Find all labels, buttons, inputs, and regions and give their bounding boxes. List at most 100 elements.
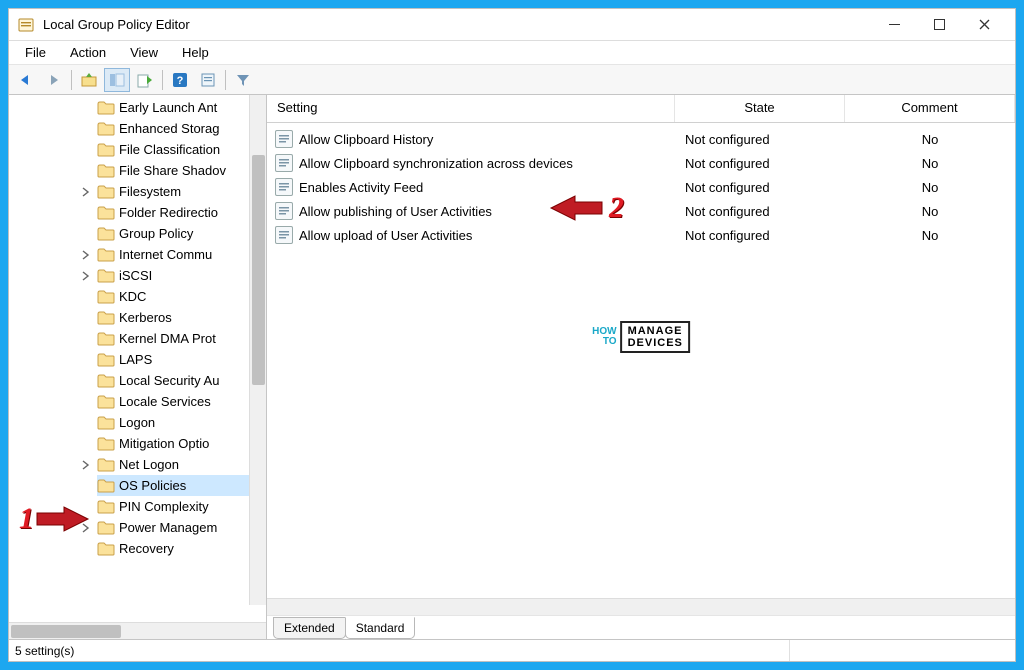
- tree-item[interactable]: Kerberos: [97, 307, 266, 328]
- tree-item[interactable]: Mitigation Optio: [97, 433, 266, 454]
- filter-button[interactable]: [230, 68, 256, 92]
- tree-item[interactable]: OS Policies: [97, 475, 266, 496]
- tree-item[interactable]: Net Logon: [97, 454, 266, 475]
- tree-vertical-scrollbar[interactable]: [249, 95, 266, 605]
- list-row[interactable]: Allow Clipboard synchronization across d…: [267, 151, 1015, 175]
- tree-item[interactable]: LAPS: [97, 349, 266, 370]
- window-title: Local Group Policy Editor: [43, 17, 872, 32]
- tree-viewport: Early Launch Ant Enhanced Storag File Clas…: [9, 95, 266, 622]
- folder-icon: [97, 478, 115, 494]
- tree-item[interactable]: Early Launch Ant: [97, 97, 266, 118]
- folder-icon: [97, 121, 115, 137]
- list-row[interactable]: Enables Activity FeedNot configuredNo: [267, 175, 1015, 199]
- tree-item[interactable]: Enhanced Storag: [97, 118, 266, 139]
- chevron-right-icon[interactable]: [79, 521, 93, 535]
- menu-action[interactable]: Action: [58, 43, 118, 62]
- cell-comment: No: [845, 228, 1015, 243]
- tree-item[interactable]: Folder Redirectio: [97, 202, 266, 223]
- tree-item-label: Logon: [119, 415, 155, 430]
- tree-panel: Early Launch Ant Enhanced Storag File Clas…: [9, 95, 267, 639]
- folder-icon: [97, 436, 115, 452]
- tree-item[interactable]: PIN Complexity: [97, 496, 266, 517]
- tree-item[interactable]: Locale Services: [97, 391, 266, 412]
- tab-standard[interactable]: Standard: [345, 617, 416, 639]
- tree-item-label: Net Logon: [119, 457, 179, 472]
- app-icon: [17, 16, 35, 34]
- cell-setting: Enables Activity Feed: [299, 180, 675, 195]
- up-button[interactable]: [76, 68, 102, 92]
- tree-item[interactable]: KDC: [97, 286, 266, 307]
- folder-icon: [97, 415, 115, 431]
- tree-item[interactable]: Internet Commu: [97, 244, 266, 265]
- list-row[interactable]: Allow publishing of User ActivitiesNot c…: [267, 199, 1015, 223]
- tree-item[interactable]: Logon: [97, 412, 266, 433]
- tab-extended[interactable]: Extended: [273, 617, 346, 639]
- tree-item[interactable]: File Share Shadov: [97, 160, 266, 181]
- statusbar: 5 setting(s): [9, 639, 1015, 661]
- folder-icon: [97, 247, 115, 263]
- watermark-manage: MANAGE: [628, 325, 683, 337]
- tree-item[interactable]: Group Policy: [97, 223, 266, 244]
- folder-icon: [97, 310, 115, 326]
- folder-icon: [97, 142, 115, 158]
- scrollbar-thumb[interactable]: [252, 155, 265, 385]
- folder-icon: [97, 289, 115, 305]
- tree-item-label: Filesystem: [119, 184, 181, 199]
- toolbar-separator: [71, 70, 72, 90]
- minimize-button[interactable]: [872, 11, 917, 39]
- cell-comment: No: [845, 204, 1015, 219]
- tree-item-label: Enhanced Storag: [119, 121, 219, 136]
- properties-button[interactable]: [195, 68, 221, 92]
- policy-icon: [275, 178, 293, 196]
- scrollbar-thumb[interactable]: [11, 625, 121, 638]
- column-header-comment[interactable]: Comment: [845, 95, 1015, 122]
- folder-icon: [97, 457, 115, 473]
- cell-comment: No: [845, 156, 1015, 171]
- tree-item[interactable]: Kernel DMA Prot: [97, 328, 266, 349]
- tree-item[interactable]: Filesystem: [97, 181, 266, 202]
- tree-item-label: Recovery: [119, 541, 174, 556]
- help-button[interactable]: ?: [167, 68, 193, 92]
- maximize-button[interactable]: [917, 11, 962, 39]
- column-header-state[interactable]: State: [675, 95, 845, 122]
- tree-item[interactable]: File Classification: [97, 139, 266, 160]
- tree-horizontal-scrollbar[interactable]: [9, 622, 266, 639]
- show-hide-tree-button[interactable]: [104, 68, 130, 92]
- list-row[interactable]: Allow Clipboard HistoryNot configuredNo: [267, 127, 1015, 151]
- tree-item[interactable]: Recovery: [97, 538, 266, 559]
- tree-item[interactable]: Power Managem: [97, 517, 266, 538]
- tree-item-label: PIN Complexity: [119, 499, 209, 514]
- window-controls: [872, 11, 1007, 39]
- status-text: 5 setting(s): [15, 640, 790, 661]
- menu-file[interactable]: File: [13, 43, 58, 62]
- folder-icon: [97, 268, 115, 284]
- body-area: Early Launch Ant Enhanced Storag File Clas…: [9, 95, 1015, 639]
- tree-item[interactable]: iSCSI: [97, 265, 266, 286]
- watermark-how: HOW: [592, 327, 616, 337]
- folder-icon: [97, 100, 115, 116]
- forward-button[interactable]: [41, 68, 67, 92]
- list-row[interactable]: Allow upload of User ActivitiesNot confi…: [267, 223, 1015, 247]
- chevron-right-icon[interactable]: [79, 458, 93, 472]
- list-header: Setting State Comment: [267, 95, 1015, 123]
- menu-help[interactable]: Help: [170, 43, 221, 62]
- chevron-right-icon[interactable]: [79, 269, 93, 283]
- tree-item-label: Locale Services: [119, 394, 211, 409]
- chevron-right-icon[interactable]: [79, 248, 93, 262]
- list-horizontal-scrollbar[interactable]: [267, 598, 1015, 615]
- folder-icon: [97, 499, 115, 515]
- watermark-to: TO: [592, 337, 616, 347]
- app-window: Local Group Policy Editor File Action Vi…: [8, 8, 1016, 662]
- tree-item[interactable]: Local Security Au: [97, 370, 266, 391]
- folder-icon: [97, 541, 115, 557]
- export-button[interactable]: [132, 68, 158, 92]
- tree-item-label: iSCSI: [119, 268, 152, 283]
- tree-item-label: Group Policy: [119, 226, 193, 241]
- back-button[interactable]: [13, 68, 39, 92]
- tree-item-label: Mitigation Optio: [119, 436, 209, 451]
- menu-view[interactable]: View: [118, 43, 170, 62]
- chevron-right-icon[interactable]: [79, 185, 93, 199]
- column-header-setting[interactable]: Setting: [267, 95, 675, 122]
- close-button[interactable]: [962, 11, 1007, 39]
- tabs: Extended Standard: [267, 615, 1015, 639]
